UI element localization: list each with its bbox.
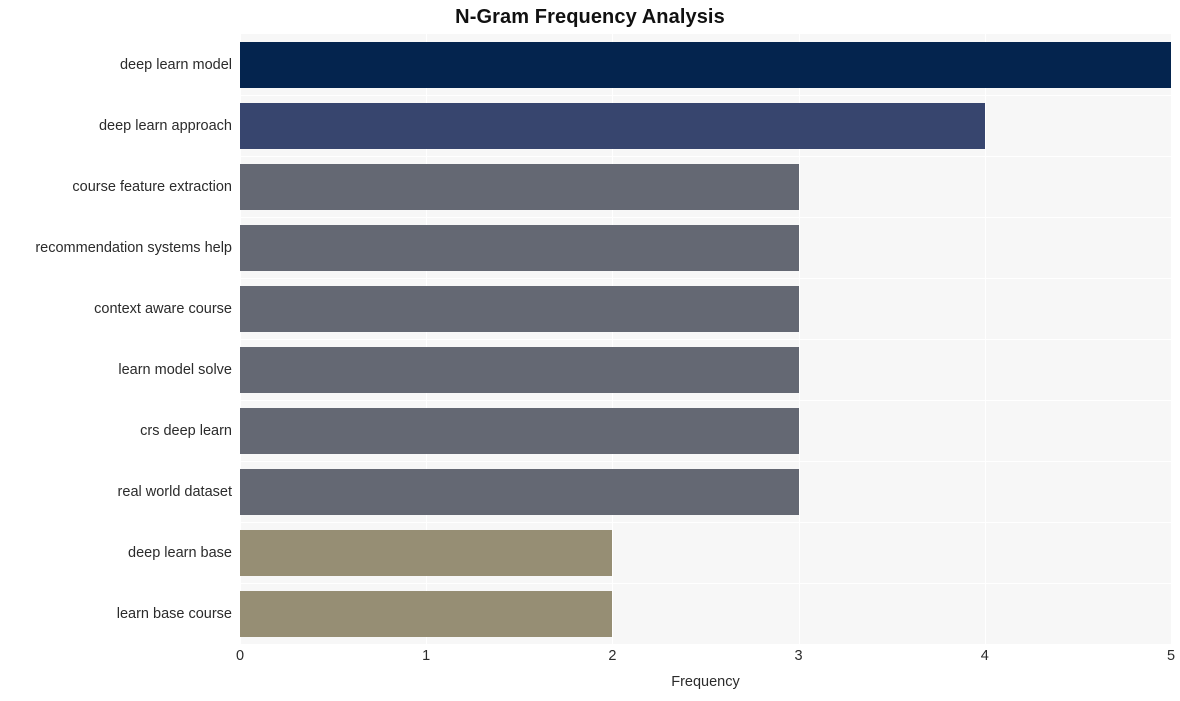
y-axis-tick-label: context aware course <box>94 300 232 317</box>
x-axis-tick-label: 1 <box>422 648 431 664</box>
chart-title: N-Gram Frequency Analysis <box>455 6 725 28</box>
y-axis-tick-label: learn base course <box>116 605 232 622</box>
x-axis-tick-label: 5 <box>1166 648 1176 664</box>
bar <box>240 407 799 454</box>
gridline-horizontal <box>240 583 1171 584</box>
y-axis-tick-label: course feature extraction <box>72 178 232 195</box>
y-axis-tick-label: recommendation systems help <box>35 239 232 256</box>
bar <box>240 163 799 210</box>
bar <box>240 590 613 637</box>
y-axis-tick-labels: deep learn model deep learn approach cours… <box>0 34 236 644</box>
y-axis-tick-label: real world dataset <box>117 483 232 500</box>
gridline-horizontal <box>240 461 1171 462</box>
bar <box>240 41 1171 88</box>
plot-area <box>240 34 1172 644</box>
gridline-horizontal <box>240 339 1171 340</box>
y-axis-tick-label: deep learn model <box>119 56 232 73</box>
gridline-horizontal <box>240 278 1171 279</box>
bar <box>240 224 799 271</box>
y-axis-tick-label: crs deep learn <box>140 422 232 439</box>
bar <box>240 346 799 393</box>
y-axis-tick-label: deep learn base <box>128 544 232 561</box>
x-axis-tick-label: 2 <box>608 648 617 664</box>
gridline-vertical <box>1171 34 1172 644</box>
gridline-horizontal <box>240 217 1171 218</box>
x-axis-tick-label: 3 <box>794 648 803 664</box>
gridline-horizontal <box>240 95 1171 96</box>
bar <box>240 102 985 149</box>
gridline-horizontal <box>240 522 1171 523</box>
x-axis-tick-labels: 0 1 2 3 4 5 <box>236 648 1175 670</box>
y-axis-tick-label: learn model solve <box>118 361 232 378</box>
gridline-horizontal <box>240 400 1171 401</box>
x-axis-tick-label: 4 <box>980 648 989 664</box>
gridline-horizontal <box>240 156 1171 157</box>
bar <box>240 285 799 332</box>
x-axis-tick-label: 0 <box>235 648 245 664</box>
bar <box>240 529 613 576</box>
chart-figure: N-Gram Frequency Analysis deep learn mod… <box>0 0 1180 701</box>
y-axis-tick-label: deep learn approach <box>98 117 232 134</box>
x-axis-label: Frequency <box>671 674 740 690</box>
bar <box>240 468 799 515</box>
